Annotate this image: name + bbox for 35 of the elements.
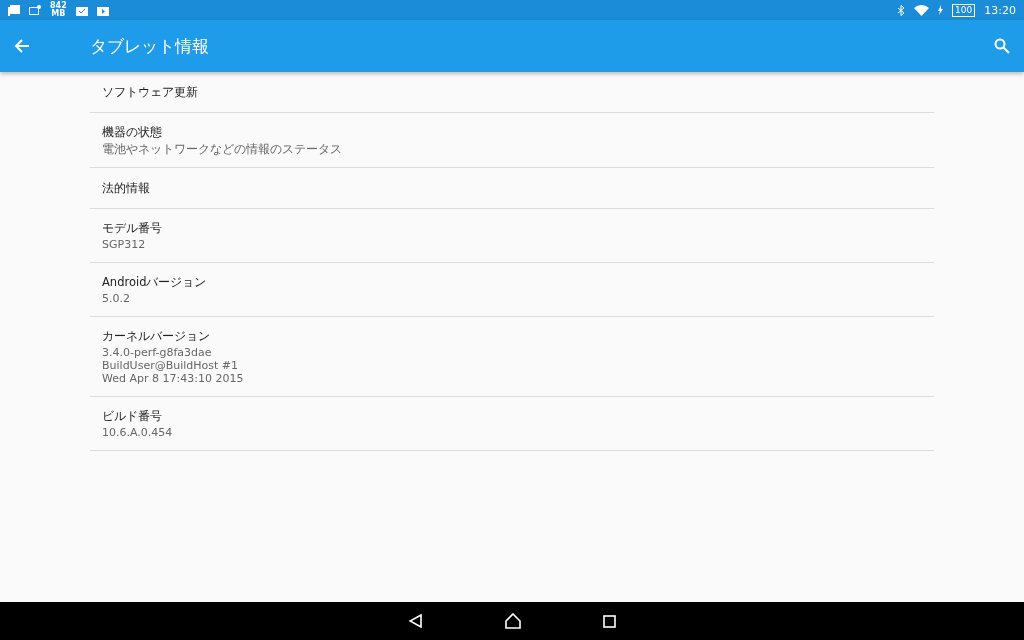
lightning-icon bbox=[938, 5, 944, 15]
settings-item[interactable]: 法的情報 bbox=[90, 168, 934, 209]
back-button[interactable] bbox=[14, 38, 30, 54]
back-nav-button[interactable] bbox=[408, 614, 423, 628]
item-summary: 電池やネットワークなどの情報のステータス bbox=[102, 142, 343, 156]
home-nav-button[interactable] bbox=[504, 613, 521, 629]
recents-nav-button[interactable] bbox=[602, 614, 616, 628]
battery-level: 100 bbox=[952, 3, 976, 17]
settings-item[interactable]: ビルド番号 10.6.A.0.454 bbox=[90, 397, 934, 451]
item-summary: Wed Apr 8 17:43:10 2015 bbox=[102, 372, 245, 385]
wifi-icon bbox=[914, 4, 930, 16]
item-summary: 10.6.A.0.454 bbox=[102, 426, 174, 439]
item-title: モデル番号 bbox=[102, 221, 163, 235]
item-title: ソフトウェア更新 bbox=[102, 85, 199, 99]
settings-item[interactable]: Androidバージョン 5.0.2 bbox=[90, 263, 934, 317]
clock-time: 13:20 bbox=[984, 3, 1016, 17]
bluetooth-icon bbox=[898, 4, 906, 16]
item-summary: 5.0.2 bbox=[102, 292, 131, 305]
item-title: 法的情報 bbox=[102, 181, 151, 195]
settings-item[interactable]: 機器の状態 電池やネットワークなどの情報のステータス bbox=[90, 113, 934, 168]
settings-item[interactable]: ソフトウェア更新 bbox=[90, 72, 934, 113]
item-summary: SGP312 bbox=[102, 238, 147, 251]
item-title: ビルド番号 bbox=[102, 409, 163, 423]
settings-item[interactable]: カーネルバージョン 3.4.0-perf-g8fa3dae BuildUser@BuildHost #1 Wed Apr 8 17:43:10 2015 bbox=[90, 317, 934, 397]
item-title: Androidバージョン bbox=[102, 275, 208, 289]
memory-unit: MB bbox=[51, 10, 66, 18]
item-title: カーネルバージョン bbox=[102, 329, 211, 343]
app-bar-title: タブレット情報 bbox=[90, 34, 210, 58]
item-summary: BuildUser@BuildHost #1 bbox=[102, 359, 240, 372]
window-icon bbox=[29, 5, 41, 15]
settings-item[interactable]: モデル番号 SGP312 bbox=[90, 209, 934, 263]
item-title: 機器の状態 bbox=[102, 125, 163, 139]
memory-value: 842 bbox=[50, 2, 67, 10]
item-summary: 3.4.0-perf-g8fa3dae bbox=[102, 346, 213, 359]
search-button[interactable] bbox=[994, 38, 1010, 54]
